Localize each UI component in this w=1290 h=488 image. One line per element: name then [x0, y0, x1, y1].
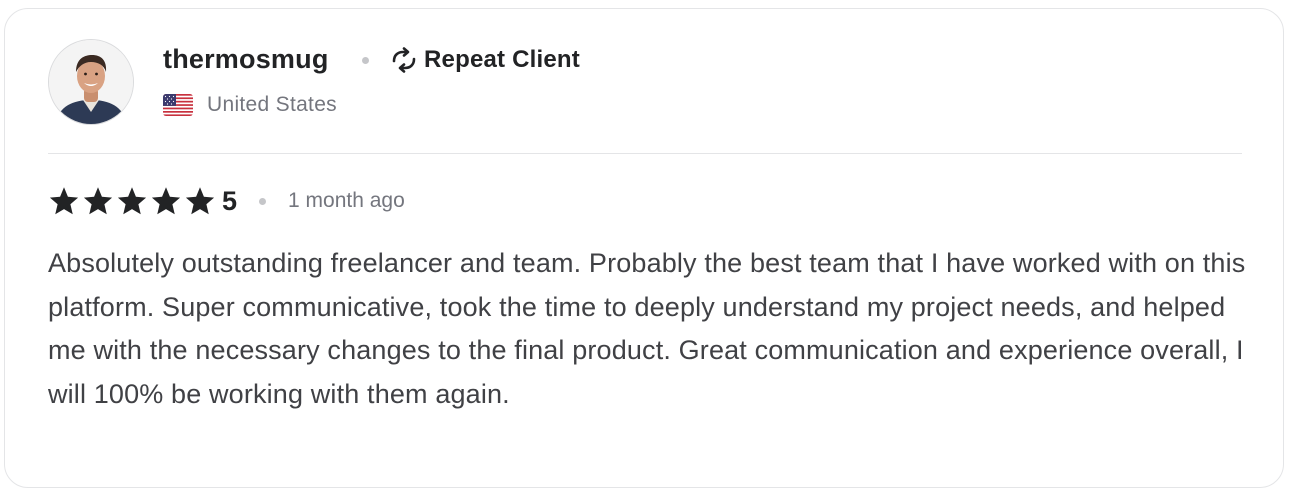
us-flag-icon [163, 94, 193, 116]
repeat-client-badge: Repeat Client [390, 43, 580, 77]
star-icon [185, 187, 215, 215]
separator-dot [362, 57, 369, 64]
review-card: thermosmug Repeat Client United States 5… [4, 8, 1284, 488]
header-divider [48, 153, 1242, 154]
review-time-ago: 1 month ago [288, 189, 405, 212]
star-icon [83, 187, 113, 215]
rating-row: 5 1 month ago [48, 183, 405, 219]
reviewer-avatar[interactable] [48, 39, 134, 125]
separator-dot [259, 197, 267, 205]
star-icon [49, 187, 79, 215]
star-icon [151, 187, 181, 215]
country-name: United States [207, 93, 337, 116]
reviewer-username[interactable]: thermosmug [163, 41, 329, 77]
avatar-photo-icon [49, 40, 133, 124]
star-icon [117, 187, 147, 215]
review-text: Absolutely outstanding freelancer and te… [48, 248, 1246, 409]
rating-value: 5 [222, 185, 238, 216]
repeat-icon [392, 47, 416, 73]
reviewer-country: United States [163, 93, 337, 117]
star-rating [48, 186, 216, 216]
repeat-client-label: Repeat Client [424, 46, 580, 73]
